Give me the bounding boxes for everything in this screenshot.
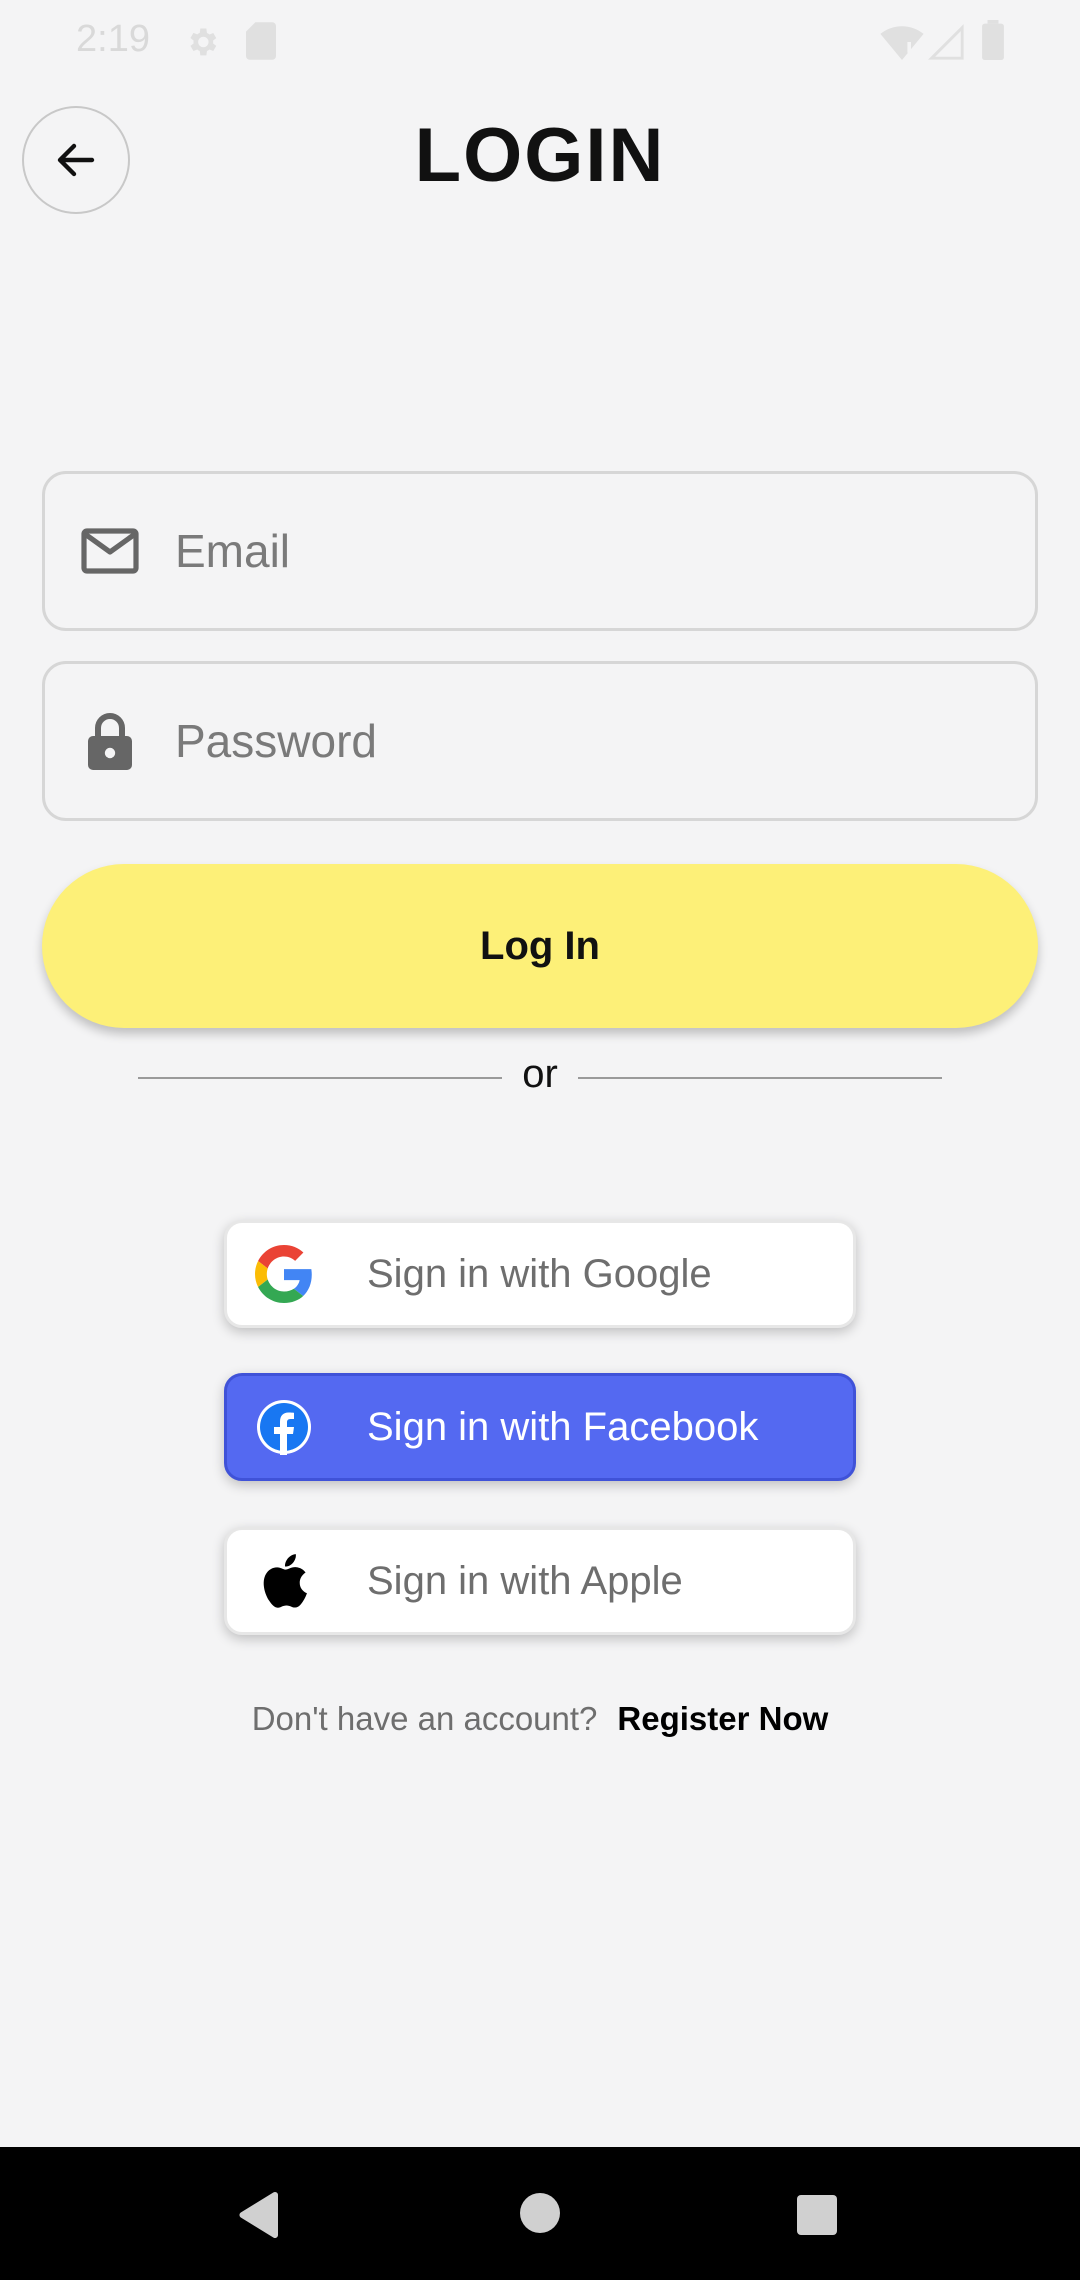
- google-signin-label: Sign in with Google: [367, 1251, 712, 1296]
- system-nav-bar: [0, 2147, 1080, 2280]
- wifi-icon: [880, 26, 924, 60]
- facebook-signin-label: Sign in with Facebook: [367, 1404, 759, 1449]
- cell-signal-icon: [928, 24, 964, 60]
- nav-back-icon[interactable]: [236, 2191, 282, 2239]
- facebook-signin-button[interactable]: Sign in with Facebook: [224, 1373, 856, 1481]
- page-title: LOGIN: [414, 113, 666, 198]
- email-field[interactable]: [42, 471, 1038, 631]
- envelope-icon: [79, 520, 141, 582]
- login-button[interactable]: Log In: [42, 864, 1038, 1028]
- email-input[interactable]: [175, 474, 1015, 628]
- settings-gear-icon: [190, 28, 217, 56]
- nav-recents-icon[interactable]: [797, 2195, 837, 2235]
- register-prompt: Don't have an account?: [251, 1700, 598, 1737]
- status-bar: 2:19: [0, 0, 1080, 84]
- divider-line-left: [138, 1077, 502, 1079]
- apple-signin-label: Sign in with Apple: [367, 1558, 683, 1603]
- apple-signin-button[interactable]: Sign in with Apple: [224, 1527, 856, 1635]
- facebook-icon: [255, 1398, 313, 1456]
- password-field[interactable]: [42, 661, 1038, 821]
- register-now-link[interactable]: Register Now: [617, 1700, 828, 1737]
- sd-card-icon: [246, 22, 276, 60]
- google-icon: [255, 1245, 313, 1303]
- status-time: 2:19: [76, 18, 150, 60]
- divider-line-right: [578, 1077, 942, 1079]
- apple-icon: [255, 1552, 313, 1610]
- lock-icon: [79, 710, 141, 772]
- divider-or: or: [522, 1052, 558, 1096]
- nav-home-icon[interactable]: [520, 2193, 560, 2233]
- battery-icon: [982, 20, 1004, 60]
- password-input[interactable]: [175, 664, 1015, 818]
- google-signin-button[interactable]: Sign in with Google: [224, 1220, 856, 1328]
- register-row: Don't have an account? Register Now: [0, 1700, 1080, 1738]
